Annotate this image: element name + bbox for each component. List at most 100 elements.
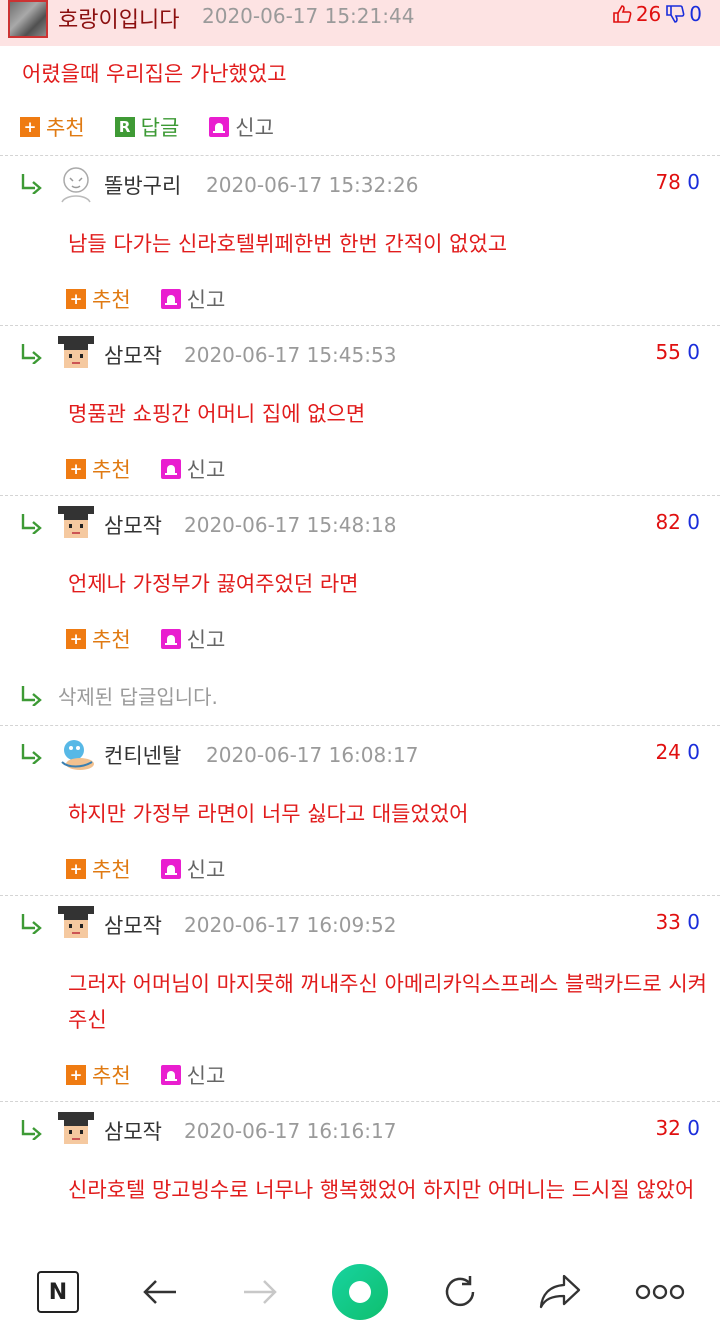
comment-up-count[interactable]: 78 [655, 170, 680, 194]
comment-down-count[interactable]: 0 [687, 510, 700, 534]
comment-body: 남들 다가는 신라호텔뷔페한번 한번 간적이 없었고 [68, 232, 508, 256]
recommend-button[interactable]: + 추천 [66, 624, 131, 654]
comment-up-count[interactable]: 55 [655, 340, 680, 364]
thumbs-down-icon[interactable] [665, 4, 685, 24]
comment-down-count[interactable]: 0 [687, 1116, 700, 1140]
comment-author[interactable]: 삼모작 [104, 340, 162, 370]
recommend-label: 추천 [92, 288, 131, 312]
naver-n-icon: N [37, 1271, 79, 1313]
reply-arrow-icon [21, 914, 42, 934]
forward-button[interactable] [228, 1264, 292, 1320]
comment-author[interactable]: 똘방구리 [104, 170, 181, 200]
divider [0, 495, 720, 496]
browser-nav-bar: N [0, 1248, 720, 1336]
avatar-pixel-icon[interactable] [56, 334, 96, 374]
siren-icon [160, 859, 181, 879]
comment-down-count[interactable]: 0 [687, 340, 700, 364]
comment-body: 하지만 가정부 라면이 너무 싫다고 대들었었어 [68, 802, 469, 826]
reply-arrow-icon [21, 744, 42, 764]
post-date: 2020-06-17 15:21:44 [202, 4, 415, 28]
comment-author[interactable]: 컨티넨탈 [104, 740, 181, 770]
reply-arrow-icon [21, 1120, 42, 1140]
post-header: 호랑이입니다 2020-06-17 15:21:44 26 0 [0, 0, 720, 46]
comment-body: 언제나 가정부가 끓여주었던 라면 [68, 572, 359, 596]
comment-author[interactable]: 삼모작 [104, 910, 162, 940]
naver-home-button[interactable]: N [26, 1264, 90, 1320]
report-button[interactable]: 신고 [160, 284, 225, 314]
comment-actions: + 추천 신고 [66, 454, 255, 484]
refresh-button[interactable] [428, 1264, 492, 1320]
report-button[interactable]: 신고 [160, 854, 226, 884]
comment-actions: + 추천 신고 [66, 284, 255, 314]
comment-body: 신라호텔 망고빙수로 너무나 행복했었어 하지만 어머니는 드시질 않았어 [68, 1178, 695, 1202]
divider [0, 155, 720, 156]
refresh-icon [445, 1276, 475, 1307]
comment-votes: 78 0 [655, 170, 700, 194]
comment-actions: + 추천 신고 [66, 854, 255, 884]
recommend-label: 추천 [92, 458, 131, 482]
report-label: 신고 [186, 458, 226, 482]
more-button[interactable] [628, 1264, 692, 1320]
post-body: 어렸을때 우리집은 가난했었고 [22, 62, 287, 86]
avatar-pixel-icon[interactable] [56, 504, 96, 544]
post-down-count: 0 [689, 2, 702, 26]
comment-down-count[interactable]: 0 [687, 170, 700, 194]
more-dots-icon [635, 1284, 685, 1300]
report-label: 신고 [186, 858, 226, 882]
comment-author[interactable]: 삼모작 [104, 510, 162, 540]
comment-author[interactable]: 삼모작 [104, 1116, 162, 1146]
green-circle-icon [332, 1264, 388, 1320]
siren-icon [209, 117, 230, 137]
comment-date: 2020-06-17 15:32:26 [206, 173, 419, 197]
recommend-button[interactable]: + 추천 [66, 1060, 131, 1090]
reply-arrow-icon [21, 344, 42, 364]
comment-votes: 32 0 [655, 1116, 700, 1140]
post-author[interactable]: 호랑이입니다 [58, 2, 179, 34]
post-actions: + 추천 R 답글 신고 [20, 112, 304, 142]
comment-date: 2020-06-17 16:09:52 [184, 913, 397, 937]
thumbs-up-icon[interactable] [612, 4, 632, 24]
avatar-cartoon-icon[interactable] [56, 734, 96, 774]
recommend-button[interactable]: + 추천 [20, 112, 85, 142]
comment-down-count[interactable]: 0 [687, 910, 700, 934]
share-button[interactable] [528, 1264, 592, 1320]
post-up-count: 26 [635, 2, 662, 26]
plus-icon: + [66, 289, 86, 309]
avatar-sketch-icon[interactable] [56, 164, 96, 204]
comment-up-count[interactable]: 24 [655, 740, 680, 764]
author-avatar[interactable] [8, 0, 48, 38]
divider [0, 725, 720, 726]
report-label: 신고 [186, 1064, 226, 1088]
recommend-label: 추천 [92, 628, 131, 652]
comment-up-count[interactable]: 82 [655, 510, 680, 534]
comment-date: 2020-06-17 15:48:18 [184, 513, 397, 537]
comment-up-count[interactable]: 32 [655, 1116, 680, 1140]
reply-arrow-icon [21, 514, 42, 534]
divider [0, 325, 720, 326]
back-button[interactable] [128, 1264, 192, 1320]
plus-icon: + [66, 859, 86, 879]
recommend-button[interactable]: + 추천 [66, 854, 131, 884]
comment-votes: 55 0 [655, 340, 700, 364]
avatar-pixel-icon[interactable] [56, 904, 96, 944]
report-button[interactable]: 신고 [160, 454, 226, 484]
recommend-label: 추천 [92, 858, 131, 882]
reply-button[interactable]: R 답글 [114, 112, 180, 142]
comment-actions: + 추천 신고 [66, 624, 255, 654]
reply-label: 답글 [140, 116, 180, 140]
comment-down-count[interactable]: 0 [687, 740, 700, 764]
comment-actions: + 추천 신고 [66, 1060, 255, 1090]
report-button[interactable]: 신고 [160, 1060, 226, 1090]
comment-date: 2020-06-17 15:45:53 [184, 343, 397, 367]
report-button[interactable]: 신고 [209, 112, 274, 142]
recommend-button[interactable]: + 추천 [66, 454, 131, 484]
share-arrow-icon [539, 1274, 581, 1309]
comment-body: 그러자 어머님이 마지못해 꺼내주신 아메리카익스프레스 블랙카드로 시켜주신 [68, 972, 707, 1032]
naver-green-button[interactable] [328, 1264, 392, 1320]
plus-icon: + [66, 459, 86, 479]
comment-up-count[interactable]: 33 [655, 910, 680, 934]
recommend-button[interactable]: + 추천 [66, 284, 131, 314]
arrow-left-icon [143, 1280, 176, 1304]
avatar-pixel-icon[interactable] [56, 1110, 96, 1150]
report-button[interactable]: 신고 [160, 624, 225, 654]
